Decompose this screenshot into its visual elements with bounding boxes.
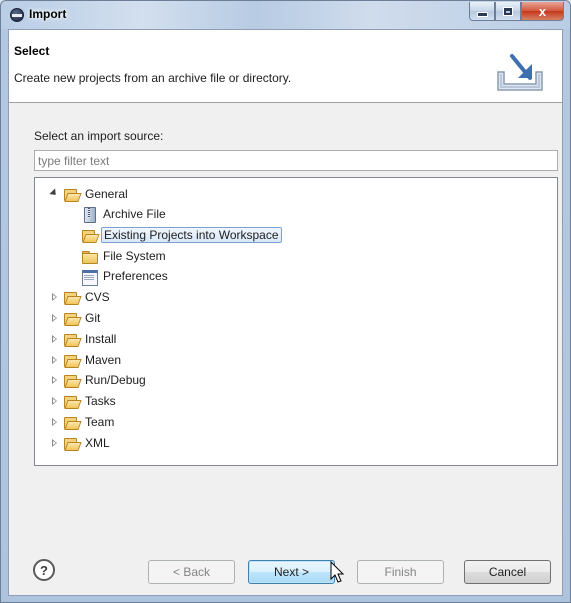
chevron-right-icon <box>51 438 58 448</box>
expand-toggle-general[interactable] <box>49 187 59 199</box>
tree-item-tasks[interactable]: Tasks <box>49 391 118 411</box>
wizard-header: Select Create new projects from an archi… <box>9 30 562 103</box>
folder-icon <box>81 248 98 264</box>
expand-toggle[interactable] <box>49 396 59 406</box>
chevron-right-icon <box>51 396 58 406</box>
folder-open-icon <box>63 414 79 430</box>
tree-item-label: Git <box>85 311 101 325</box>
expand-toggle[interactable] <box>49 438 59 448</box>
tree-item-label: CVS <box>85 290 110 304</box>
preferences-icon <box>81 268 98 286</box>
folder-open-icon <box>81 227 97 243</box>
help-button[interactable]: ? <box>33 559 55 581</box>
folder-open-icon <box>63 393 79 409</box>
import-source-label: Select an import source: <box>34 129 164 143</box>
folder-open-icon <box>63 372 79 388</box>
tree-item-label: General <box>85 187 128 201</box>
mouse-pointer-icon <box>330 561 345 583</box>
tree-item-label: Archive File <box>103 207 166 221</box>
close-icon: x <box>538 3 547 19</box>
tree-item-cvs[interactable]: CVS <box>49 287 112 307</box>
expand-toggle[interactable] <box>49 334 59 344</box>
tree-item-label: Maven <box>85 353 122 367</box>
chevron-right-icon <box>51 313 58 323</box>
minimize-button[interactable] <box>469 2 495 21</box>
tree-item-label: Install <box>85 332 117 346</box>
close-button[interactable]: x <box>521 2 564 21</box>
tree-item-label: Run/Debug <box>85 373 146 387</box>
tree-item-label: File System <box>103 249 166 263</box>
tree-item-label: Tasks <box>85 394 116 408</box>
back-button[interactable]: < Back <box>148 560 235 584</box>
tree-item-run-debug[interactable]: Run/Debug <box>49 370 148 390</box>
tree-item-label: XML <box>85 436 110 450</box>
tree-item-file-system[interactable]: File System <box>81 246 168 266</box>
folder-open-icon <box>63 289 79 305</box>
filter-input[interactable] <box>34 150 558 171</box>
window-title: Import <box>29 7 67 21</box>
tree-item-team[interactable]: Team <box>49 412 116 432</box>
maximize-button[interactable] <box>495 2 521 21</box>
dialog-client-area: Select Create new projects from an archi… <box>8 29 563 596</box>
chevron-down-icon <box>49 187 59 198</box>
caption-buttons: x <box>469 2 564 21</box>
finish-button[interactable]: Finish <box>357 560 444 584</box>
import-wizard-banner-icon <box>497 54 543 91</box>
expand-toggle[interactable] <box>49 417 59 427</box>
import-dialog-window: Import x Select Create new projects from… <box>0 0 571 603</box>
tree-item-label: Preferences <box>103 269 168 283</box>
page-description: Create new projects from an archive file… <box>14 71 292 85</box>
cancel-button[interactable]: Cancel <box>464 560 551 584</box>
chevron-right-icon <box>51 417 58 427</box>
expand-toggle[interactable] <box>49 313 59 323</box>
tree-item-archive-file[interactable]: Archive File <box>81 204 168 224</box>
tree-item-install[interactable]: Install <box>49 329 118 349</box>
folder-open-icon <box>63 435 79 451</box>
expand-toggle[interactable] <box>49 355 59 365</box>
next-button[interactable]: Next > <box>248 560 335 584</box>
chevron-right-icon <box>51 375 58 385</box>
title-bar[interactable]: Import x <box>1 1 570 29</box>
page-title: Select <box>14 44 50 58</box>
import-source-tree[interactable]: General Archive File Existing Projects i… <box>34 177 558 466</box>
chevron-right-icon <box>51 292 58 302</box>
tree-item-xml[interactable]: XML <box>49 433 112 453</box>
tree-item-general[interactable]: General <box>49 184 130 204</box>
tree-item-preferences[interactable]: Preferences <box>81 266 170 286</box>
expand-toggle[interactable] <box>49 375 59 385</box>
expand-toggle[interactable] <box>49 292 59 302</box>
chevron-right-icon <box>51 355 58 365</box>
folder-open-icon <box>63 352 79 368</box>
tree-item-git[interactable]: Git <box>49 308 102 328</box>
tree-item-label: Team <box>85 415 115 429</box>
folder-open-icon <box>63 186 79 202</box>
folder-open-icon <box>63 331 79 347</box>
eclipse-icon <box>10 8 24 22</box>
help-icon: ? <box>40 562 48 578</box>
maximize-icon <box>503 6 513 16</box>
tree-item-label: Existing Projects into Workspace <box>101 227 282 243</box>
archive-icon <box>81 206 97 223</box>
minimize-icon <box>476 11 488 17</box>
tree-item-maven[interactable]: Maven <box>49 350 123 370</box>
folder-open-icon <box>63 310 79 326</box>
tree-item-existing-projects[interactable]: Existing Projects into Workspace <box>81 225 282 245</box>
chevron-right-icon <box>51 334 58 344</box>
